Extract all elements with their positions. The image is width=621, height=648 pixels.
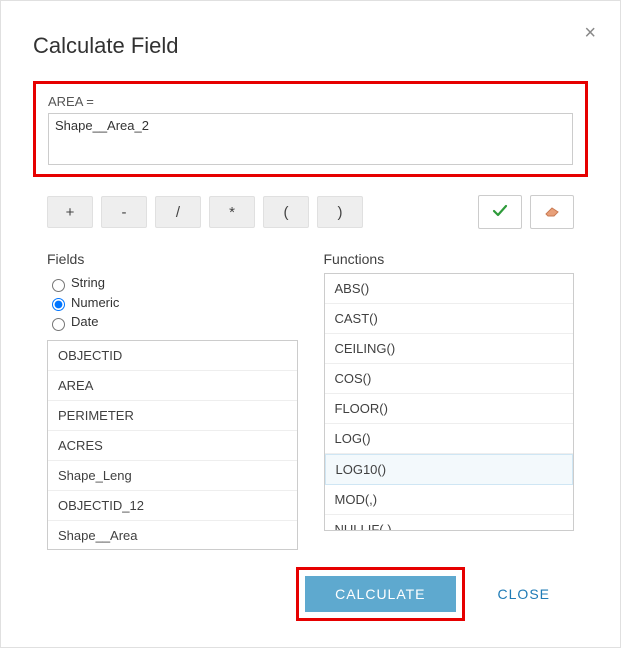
operator-minus-button[interactable]: - [101,196,147,228]
close-button[interactable]: CLOSE [492,585,556,603]
field-type-date[interactable]: Date [47,312,298,332]
list-item[interactable]: CEILING() [325,334,574,364]
radio-label: String [71,275,105,290]
operator-multiply-button[interactable]: * [209,196,255,228]
operator-lparen-button[interactable]: ( [263,196,309,228]
list-item[interactable]: OBJECTID [48,341,297,371]
functions-listbox[interactable]: ABS()CAST()CEILING()COS()FLOOR()LOG()LOG… [324,273,575,531]
dialog-footer: CALCULATE CLOSE [33,576,588,612]
functions-heading: Functions [324,251,575,267]
expression-section: AREA = [33,81,588,177]
list-item[interactable]: OBJECTID_12 [48,491,297,521]
target-field-label: AREA = [48,94,573,109]
list-item[interactable]: CAST() [325,304,574,334]
list-item[interactable]: MOD(,) [325,485,574,515]
list-item[interactable]: ACRES [48,431,297,461]
columns: Fields String Numeric Date OBJECTIDAREAP… [33,251,588,550]
eraser-icon [543,203,561,222]
operator-rparen-button[interactable]: ) [317,196,363,228]
field-type-radios: String Numeric Date [47,273,298,332]
list-item[interactable]: AREA [48,371,297,401]
calculate-button[interactable]: CALCULATE [305,576,455,612]
list-item[interactable]: PERIMETER [48,401,297,431]
operator-plus-button[interactable]: + [47,196,93,228]
list-item[interactable]: LOG() [325,424,574,454]
check-icon [492,203,508,222]
operator-divide-button[interactable]: / [155,196,201,228]
list-item[interactable]: COS() [325,364,574,394]
list-item[interactable]: Shape_Leng [48,461,297,491]
list-item[interactable]: LOG10() [325,454,574,485]
field-type-numeric[interactable]: Numeric [47,293,298,313]
fields-listbox[interactable]: OBJECTIDAREAPERIMETERACRESShape_LengOBJE… [47,340,298,550]
validate-button[interactable] [478,195,522,229]
fields-heading: Fields [47,251,298,267]
field-type-string[interactable]: String [47,273,298,293]
list-item[interactable]: ABS() [325,274,574,304]
list-item[interactable]: NULLIF(,) [325,515,574,531]
list-item[interactable]: Shape__Area [48,521,297,550]
dialog-window: × Calculate Field AREA = + - / * ( ) [0,0,621,648]
radio-label: Numeric [71,295,119,310]
clear-button[interactable] [530,195,574,229]
dialog-title: Calculate Field [33,33,588,59]
fields-column: Fields String Numeric Date OBJECTIDAREAP… [47,251,298,550]
radio-label: Date [71,314,98,329]
expression-input[interactable] [48,113,573,165]
close-icon[interactable]: × [584,23,596,43]
operator-row: + - / * ( ) [33,195,588,229]
calculate-field-dialog: × Calculate Field AREA = + - / * ( ) [11,11,610,637]
list-item[interactable]: FLOOR() [325,394,574,424]
functions-column: Functions ABS()CAST()CEILING()COS()FLOOR… [324,251,575,550]
